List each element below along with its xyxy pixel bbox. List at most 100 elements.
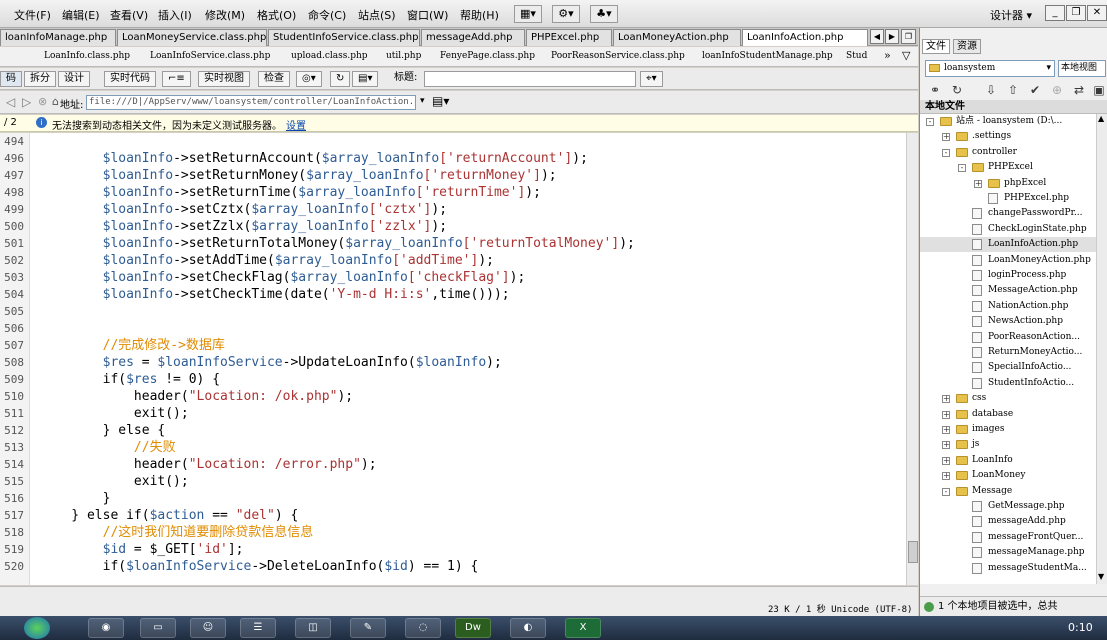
code-line[interactable]: 505 <box>0 303 906 320</box>
scroll-up-icon[interactable]: ▲ <box>1098 114 1104 123</box>
code-line[interactable]: 501 $loanInfo->setReturnTotalMoney($arra… <box>0 235 906 252</box>
more-files-icon[interactable]: » <box>884 49 891 62</box>
related-file[interactable]: util.php <box>386 51 421 61</box>
related-file[interactable]: PoorReasonService.class.php <box>551 51 685 61</box>
put-files-icon[interactable]: ⇧ <box>1004 81 1022 99</box>
menu-site[interactable]: 站点(S) <box>358 7 396 23</box>
code-line[interactable]: 512 } else { <box>0 422 906 439</box>
tab-messageadd[interactable]: messageAdd.php <box>421 29 525 46</box>
tree-folder[interactable]: + .settings <box>920 129 1096 144</box>
check-in-icon[interactable]: ⊕ <box>1048 81 1066 99</box>
inspect-button[interactable]: 检查 <box>258 71 290 87</box>
code-line[interactable]: 516 } <box>0 490 906 507</box>
tree-file[interactable]: GetMessage.php <box>920 499 1096 514</box>
code-line[interactable]: 498 $loanInfo->setReturnTime($array_loan… <box>0 184 906 201</box>
address-options-icon[interactable]: ▤▾ <box>432 94 449 108</box>
tree-folder[interactable]: + css <box>920 391 1096 406</box>
tab-scroll-right-icon[interactable]: ▶ <box>885 29 899 44</box>
workspace-switcher[interactable]: 设计器 ▾ <box>990 7 1032 23</box>
layout-icon[interactable]: ▦▾ <box>514 5 542 23</box>
get-files-icon[interactable]: ⇩ <box>982 81 1000 99</box>
related-file[interactable]: LoanInfoService.class.php <box>150 51 270 61</box>
code-line[interactable]: 499 $loanInfo->setCztx($array_loanInfo['… <box>0 201 906 218</box>
code-view-button[interactable]: 码 <box>0 71 22 87</box>
connect-icon[interactable]: ⚭ <box>926 81 944 99</box>
refresh-icon[interactable]: ↻ <box>948 81 966 99</box>
code-line[interactable]: 514 header("Location: /error.php"); <box>0 456 906 473</box>
related-file[interactable]: upload.class.php <box>291 51 368 61</box>
paint-icon[interactable]: ✎ <box>350 618 386 638</box>
live-code-button[interactable]: 实时代码 <box>104 71 156 87</box>
tree-file[interactable]: StudentInfoActio... <box>920 376 1096 391</box>
tab-phpexcel[interactable]: PHPExcel.php <box>526 29 612 46</box>
address-input[interactable]: file:///D|/AppServ/www/loansystem/contro… <box>86 95 416 110</box>
tree-file[interactable]: CheckLoginState.php <box>920 222 1096 237</box>
menu-help[interactable]: 帮助(H) <box>460 7 499 23</box>
expand-icon[interactable]: + <box>942 133 950 142</box>
refresh-icon[interactable]: ↻ <box>330 71 351 87</box>
tree-file[interactable]: PHPExcel.php <box>920 191 1096 206</box>
sync-icon[interactable]: ⇄ <box>1070 81 1088 99</box>
back-icon[interactable]: ◁ <box>6 95 15 109</box>
filter-icon[interactable]: ▽ <box>902 49 910 62</box>
menu-file[interactable]: 文件(F) <box>14 7 51 23</box>
expand-icon[interactable]: + <box>942 426 950 434</box>
code-line[interactable]: 502 $loanInfo->setAddTime($array_loanInf… <box>0 252 906 269</box>
tree-file[interactable]: loginProcess.php <box>920 268 1096 283</box>
gear-icon[interactable]: ⚙▾ <box>552 5 580 23</box>
scroll-down-icon[interactable]: ▼ <box>1098 572 1104 581</box>
tree-file[interactable]: messageAdd.php <box>920 514 1096 529</box>
tab-loaninfomanage[interactable]: loanInfoManage.php <box>0 29 116 46</box>
close-icon[interactable]: ✕ <box>1087 5 1107 21</box>
expand-icon[interactable]: + <box>942 410 950 419</box>
site-select[interactable]: loansystem ▾ <box>925 60 1055 77</box>
file-tree-scrollbar[interactable]: ▲ ▼ <box>1096 114 1107 584</box>
menu-format[interactable]: 格式(O) <box>257 7 296 23</box>
expand-icon[interactable]: + <box>942 456 950 465</box>
collapse-icon[interactable]: - <box>942 148 950 157</box>
check-page-icon[interactable]: ⌖▾ <box>640 71 663 87</box>
tree-file[interactable]: NationAction.php <box>920 299 1096 314</box>
explorer-icon[interactable]: ◫ <box>295 618 331 638</box>
code-line[interactable]: 517 } else if($action == "del") { <box>0 507 906 524</box>
collapse-icon[interactable]: - <box>926 118 934 126</box>
expand-panel-icon[interactable]: ▣ <box>1090 81 1107 99</box>
home-icon[interactable]: ⌂ <box>52 95 59 108</box>
menu-insert[interactable]: 插入(I) <box>158 7 192 23</box>
code-line[interactable]: 504 $loanInfo->setCheckTime(date('Y-m-d … <box>0 286 906 303</box>
collapse-icon[interactable]: - <box>942 487 950 496</box>
code-line[interactable]: 494 <box>0 133 906 150</box>
tree-file[interactable]: changePasswordPr... <box>920 206 1096 221</box>
code-line[interactable]: 503 $loanInfo->setCheckFlag($array_loanI… <box>0 269 906 286</box>
code-line[interactable]: 519 $id = $_GET['id']; <box>0 541 906 558</box>
menu-window[interactable]: 窗口(W) <box>407 7 448 23</box>
dreamweaver-icon[interactable]: Dw <box>455 618 491 638</box>
tree-folder[interactable]: + images <box>920 422 1096 437</box>
tab-studentinfoservice[interactable]: StudentInfoService.class.php <box>268 29 420 46</box>
code-line[interactable]: 506 <box>0 320 906 337</box>
related-file[interactable]: loanInfoStudentManage.php <box>702 51 833 61</box>
split-view-button[interactable]: 拆分 <box>24 71 56 87</box>
expand-icon[interactable]: + <box>942 395 950 404</box>
tree-file[interactable]: messageStudentMa... <box>920 561 1096 576</box>
code-line[interactable]: 515 exit(); <box>0 473 906 490</box>
expand-icon[interactable]: + <box>974 179 982 188</box>
menu-view[interactable]: 查看(V) <box>110 7 148 23</box>
tab-scroll-left-icon[interactable]: ◀ <box>870 29 884 44</box>
tree-folder[interactable]: + LoanMoney <box>920 468 1096 483</box>
menu-modify[interactable]: 修改(M) <box>205 7 245 23</box>
related-file[interactable]: LoanInfo.class.php <box>44 51 130 61</box>
browser-icon[interactable]: ◉ <box>88 618 124 638</box>
address-dropdown-icon[interactable]: ▾ <box>420 96 425 106</box>
view-options-icon[interactable]: ▤▾ <box>352 71 379 87</box>
chat-icon[interactable]: ◌ <box>405 618 441 638</box>
live-view-button[interactable]: 实时视图 <box>198 71 250 87</box>
code-line[interactable]: 518 //这时我们知道要删除贷款信息信息 <box>0 524 906 541</box>
code-line[interactable]: 497 $loanInfo->setReturnMoney($array_loa… <box>0 167 906 184</box>
menu-edit[interactable]: 编辑(E) <box>62 7 100 23</box>
tree-folder[interactable]: + js <box>920 437 1096 452</box>
preview-icon[interactable]: ◎▾ <box>296 71 322 87</box>
tree-folder[interactable]: + LoanInfo <box>920 453 1096 468</box>
check-out-icon[interactable]: ✔ <box>1026 81 1044 99</box>
menu-commands[interactable]: 命令(C) <box>308 7 346 23</box>
